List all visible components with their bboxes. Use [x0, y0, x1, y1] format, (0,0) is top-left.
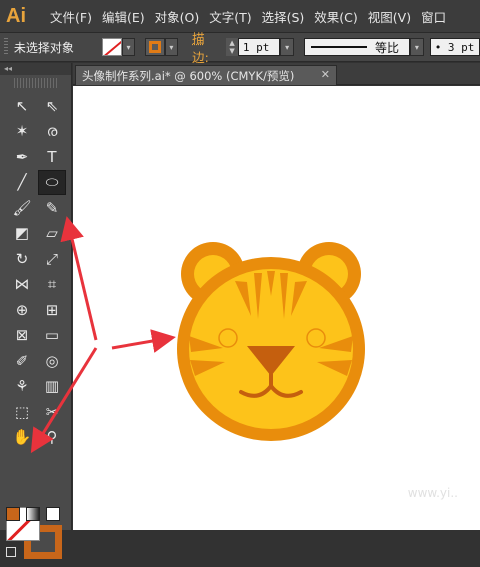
arrow-to-canvas [111, 329, 176, 353]
arrow-to-pencil-tool [60, 216, 98, 341]
default-colors-icon[interactable] [6, 547, 16, 557]
annotation-arrows [30, 216, 176, 454]
arrow-to-fill-swatch [30, 347, 98, 454]
